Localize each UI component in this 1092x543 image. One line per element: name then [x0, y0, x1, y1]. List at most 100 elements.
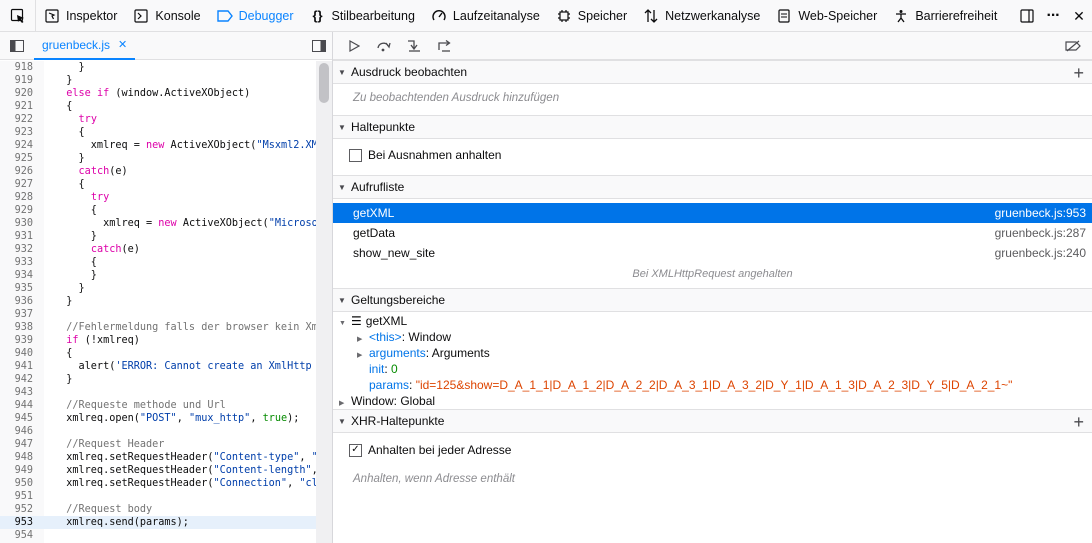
line-number[interactable]: 938	[0, 321, 33, 334]
line-number[interactable]: 951	[0, 490, 33, 503]
more-options-icon[interactable]: ···	[1040, 0, 1066, 32]
toggle-sources-sidebar-icon[interactable]	[0, 32, 34, 60]
code-line[interactable]: 944 //Requeste methode und Url	[0, 399, 316, 412]
code-line[interactable]: 928 try	[0, 191, 316, 204]
code-line[interactable]: 952 //Request body	[0, 503, 316, 516]
code-line[interactable]: 926 catch(e)	[0, 165, 316, 178]
code-line[interactable]: 920 else if (window.ActiveXObject)	[0, 87, 316, 100]
code-line[interactable]: 941 alert('ERROR: Cannot create an XmlHt…	[0, 360, 316, 373]
line-number[interactable]: 928	[0, 191, 33, 204]
code-line[interactable]: 918 }	[0, 61, 316, 74]
scope-this-row[interactable]: ▶ <this>: Window	[357, 329, 451, 345]
line-number[interactable]: 925	[0, 152, 33, 165]
line-number[interactable]: 926	[0, 165, 33, 178]
element-picker-button[interactable]	[0, 0, 36, 32]
scope-global-row[interactable]: ▶ Window: Global	[339, 393, 435, 409]
tab-inspector[interactable]: Inspektor	[36, 0, 125, 32]
line-number[interactable]: 935	[0, 282, 33, 295]
code-line[interactable]: 929 {	[0, 204, 316, 217]
tab-debugger[interactable]: Debugger	[209, 0, 302, 32]
call-stack-header[interactable]: ▼ Aufrufliste	[333, 175, 1092, 199]
tab-storage[interactable]: Web-Speicher	[768, 0, 885, 32]
line-number[interactable]: 921	[0, 100, 33, 113]
code-line[interactable]: 924 xmlreq = new ActiveXObject("Msxml2.X…	[0, 139, 316, 152]
scopes-header[interactable]: ▼ Geltungsbereiche	[333, 288, 1092, 312]
code-line[interactable]: 935 }	[0, 282, 316, 295]
code-line[interactable]: 921 {	[0, 100, 316, 113]
tab-accessibility[interactable]: Barrierefreiheit	[885, 0, 1005, 32]
line-number[interactable]: 940	[0, 347, 33, 360]
line-number[interactable]: 950	[0, 477, 33, 490]
pause-any-url-row[interactable]: ✓ Anhalten bei jeder Adresse	[349, 443, 511, 457]
xhr-breakpoints-header[interactable]: ▼ XHR-Haltepunkte +	[333, 409, 1092, 433]
call-stack-frame[interactable]: getData gruenbeck.js:287	[333, 223, 1092, 243]
code-line[interactable]: 937	[0, 308, 316, 321]
step-in-button[interactable]	[399, 32, 429, 60]
tab-network[interactable]: Netzwerkanalyse	[635, 0, 768, 32]
line-number[interactable]: 948	[0, 451, 33, 464]
line-number[interactable]: 953	[0, 516, 33, 529]
close-devtools-icon[interactable]: ✕	[1066, 0, 1092, 32]
line-number[interactable]: 943	[0, 386, 33, 399]
watch-expressions-header[interactable]: ▼ Ausdruck beobachten +	[333, 60, 1092, 84]
call-stack-frame[interactable]: show_new_site gruenbeck.js:240	[333, 243, 1092, 263]
line-number[interactable]: 922	[0, 113, 33, 126]
call-stack-frame[interactable]: getXML gruenbeck.js:953	[333, 203, 1092, 223]
code-line[interactable]: 938 //Fehlermeldung falls der browser ke…	[0, 321, 316, 334]
code-line[interactable]: 931 }	[0, 230, 316, 243]
code-line[interactable]: 951	[0, 490, 316, 503]
source-tab-file[interactable]: gruenbeck.js ✕	[34, 32, 136, 60]
line-number[interactable]: 941	[0, 360, 33, 373]
code-line[interactable]: 930 xmlreq = new ActiveXObject("Microsof…	[0, 217, 316, 230]
line-number[interactable]: 933	[0, 256, 33, 269]
code-line[interactable]: 948 xmlreq.setRequestHeader("Content-typ…	[0, 451, 316, 464]
line-number[interactable]: 937	[0, 308, 33, 321]
code-line[interactable]: 932 catch(e)	[0, 243, 316, 256]
close-tab-icon[interactable]: ✕	[118, 38, 127, 51]
scope-function-row[interactable]: ▼ ☰ getXML	[339, 313, 407, 329]
line-number[interactable]: 952	[0, 503, 33, 516]
code-line[interactable]: 943	[0, 386, 316, 399]
line-number[interactable]: 930	[0, 217, 33, 230]
line-number[interactable]: 929	[0, 204, 33, 217]
tab-console[interactable]: Konsole	[125, 0, 208, 32]
resume-button[interactable]	[339, 32, 369, 60]
code-line[interactable]: 936 }	[0, 295, 316, 308]
code-line[interactable]: 945 xmlreq.open("POST", "mux_http", true…	[0, 412, 316, 425]
code-line[interactable]: 940 {	[0, 347, 316, 360]
tab-memory[interactable]: Speicher	[548, 0, 635, 32]
code-line[interactable]: 933 {	[0, 256, 316, 269]
line-number[interactable]: 931	[0, 230, 33, 243]
line-number[interactable]: 936	[0, 295, 33, 308]
line-number[interactable]: 924	[0, 139, 33, 152]
code-line[interactable]: 923 {	[0, 126, 316, 139]
code-line[interactable]: 949 xmlreq.setRequestHeader("Content-len…	[0, 464, 316, 477]
line-number[interactable]: 923	[0, 126, 33, 139]
line-number[interactable]: 945	[0, 412, 33, 425]
code-editor[interactable]: 918 } 919 } 920 else if (window.ActiveXObj…	[0, 61, 332, 543]
code-line[interactable]: 934 }	[0, 269, 316, 282]
add-xhr-breakpoint-icon[interactable]: +	[1073, 412, 1084, 432]
line-number[interactable]: 934	[0, 269, 33, 282]
current-paused-line[interactable]: 953 xmlreq.send(params);	[0, 516, 316, 529]
line-number[interactable]: 944	[0, 399, 33, 412]
line-number[interactable]: 954	[0, 529, 33, 542]
step-out-button[interactable]	[429, 32, 459, 60]
line-number[interactable]: 919	[0, 74, 33, 87]
line-number[interactable]: 949	[0, 464, 33, 477]
code-line[interactable]: 927 {	[0, 178, 316, 191]
line-number[interactable]: 920	[0, 87, 33, 100]
code-line[interactable]: 954	[0, 529, 316, 542]
line-number[interactable]: 918	[0, 61, 33, 74]
code-line[interactable]: 939 if (!xmlreq)	[0, 334, 316, 347]
line-number[interactable]: 942	[0, 373, 33, 386]
scope-arguments-row[interactable]: ▶ arguments: Arguments	[357, 345, 490, 361]
xhr-url-input[interactable]: Anhalten, wenn Adresse enthält	[353, 473, 515, 485]
add-watch-icon[interactable]: +	[1073, 63, 1084, 83]
line-number[interactable]: 947	[0, 438, 33, 451]
code-line[interactable]: 925 }	[0, 152, 316, 165]
editor-scrollbar[interactable]	[316, 61, 332, 543]
line-number[interactable]: 939	[0, 334, 33, 347]
code-line[interactable]: 946	[0, 425, 316, 438]
line-number[interactable]: 927	[0, 178, 33, 191]
